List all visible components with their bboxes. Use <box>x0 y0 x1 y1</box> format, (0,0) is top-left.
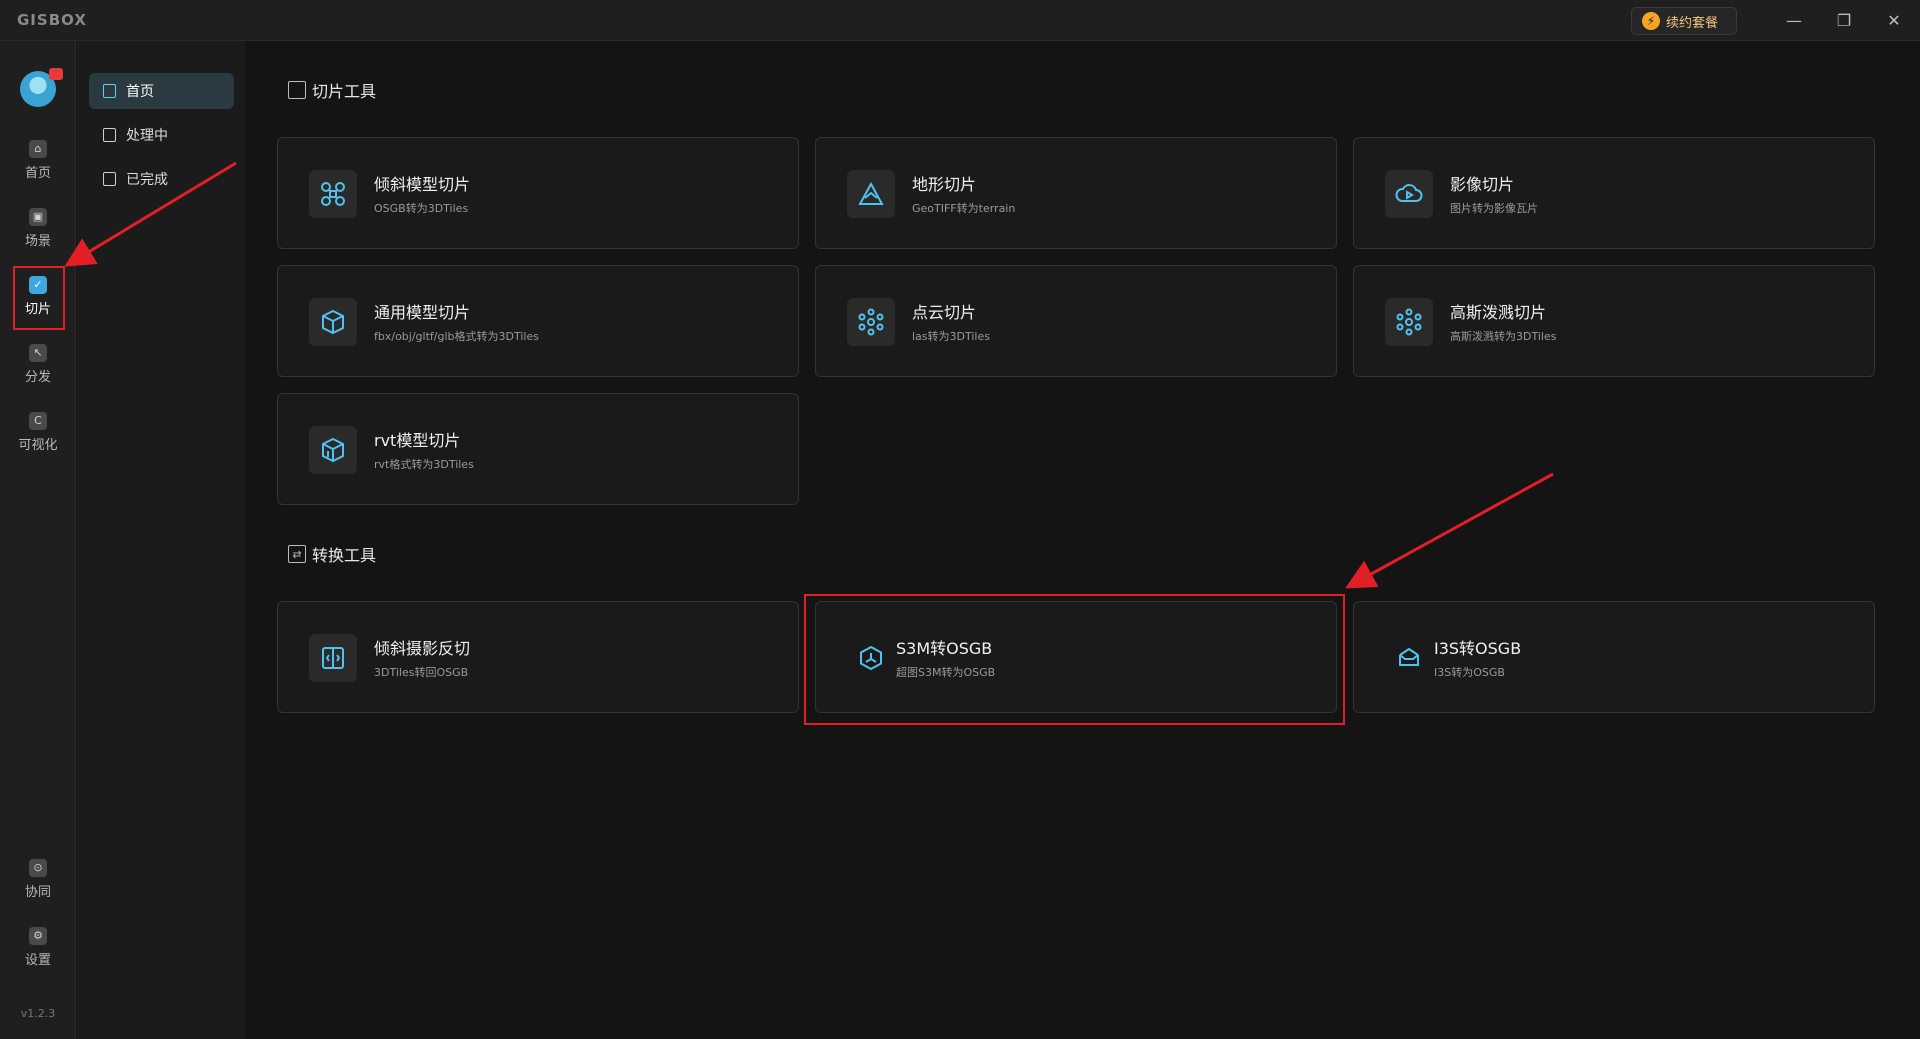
card-gaussian-slice[interactable]: 高斯泼溅切片 高斯泼溅转为3DTiles <box>1353 265 1875 377</box>
card-title: 点云切片 <box>912 303 977 322</box>
rail-item-distribute[interactable]: ↖ 分发 <box>8 336 68 392</box>
home-icon: ⌂ <box>29 139 47 158</box>
card-subtitle: rvt格式转为3DTiles <box>374 458 474 471</box>
card-title: 影像切片 <box>1450 175 1515 194</box>
app-window: GISBOX ⚡ 续约套餐 — ❐ ✕ ⌂ 首页 ▣ 场景 ✓ 切片 ↖ 分发 … <box>0 0 1920 1039</box>
app-version: v1.2.3 <box>20 1007 56 1020</box>
map-icon <box>288 81 306 99</box>
card-subtitle: OSGB转为3DTiles <box>374 202 469 215</box>
cube-icon <box>309 298 357 346</box>
card-title: 地形切片 <box>912 175 977 194</box>
rail-item-slice[interactable]: ✓ 切片 <box>8 268 68 324</box>
card-title: 高斯泼溅切片 <box>1450 303 1547 322</box>
subnav-item-processing[interactable]: 处理中 <box>89 117 234 153</box>
card-terrain-slice[interactable]: 地形切片 GeoTIFF转为terrain <box>815 137 1337 249</box>
card-subtitle: fbx/obj/gltf/glb格式转为3DTiles <box>374 330 539 343</box>
document-icon <box>103 128 116 142</box>
card-subtitle: GeoTIFF转为terrain <box>912 202 1016 215</box>
card-generic-model-slice[interactable]: 通用模型切片 fbx/obj/gltf/glb格式转为3DTiles <box>277 265 799 377</box>
reverse-icon <box>309 634 357 682</box>
rail-item-label: 场景 <box>24 233 51 249</box>
card-imagery-slice[interactable]: 影像切片 图片转为影像瓦片 <box>1353 137 1875 249</box>
section-title-slicing: 切片工具 <box>288 78 376 102</box>
drone-icon <box>309 170 357 218</box>
rail-item-scene[interactable]: ▣ 场景 <box>8 200 68 256</box>
rail-item-label: 协同 <box>24 884 51 900</box>
card-subtitle: 超图S3M转为OSGB <box>896 666 996 679</box>
gaussian-icon <box>1385 298 1433 346</box>
card-subtitle: 图片转为影像瓦片 <box>1450 202 1538 215</box>
cloud-play-icon <box>1385 170 1433 218</box>
document-icon <box>103 84 116 98</box>
section-title-text: 转换工具 <box>312 546 377 565</box>
maximize-button[interactable]: ❐ <box>1820 0 1868 40</box>
rail-item-visualize[interactable]: C 可视化 <box>8 404 68 460</box>
gear-icon: ⚙ <box>29 926 47 945</box>
card-subtitle: 高斯泼溅转为3DTiles <box>1450 330 1557 343</box>
card-s3m-to-osgb[interactable]: S3M转OSGB 超图S3M转为OSGB <box>815 601 1337 713</box>
avatar-badge-icon <box>49 68 63 80</box>
card-subtitle: I3S转为OSGB <box>1434 666 1505 679</box>
rail-item-collaborate[interactable]: ⊙ 协同 <box>8 851 68 907</box>
card-rvt-slice[interactable]: rvt模型切片 rvt格式转为3DTiles <box>277 393 799 505</box>
rail-item-settings[interactable]: ⚙ 设置 <box>8 919 68 975</box>
distribute-icon: ↖ <box>29 343 47 362</box>
rail-item-label: 设置 <box>24 952 51 968</box>
subnav-item-home[interactable]: 首页 <box>89 73 234 109</box>
card-title: rvt模型切片 <box>374 431 461 450</box>
rail-item-label: 首页 <box>24 165 51 181</box>
card-title: S3M转OSGB <box>896 639 993 658</box>
hexagon-icon <box>847 634 895 682</box>
icon-rail: ⌂ 首页 ▣ 场景 ✓ 切片 ↖ 分发 C 可视化 ⊙ 协同 ⚙ 设置 v1.2… <box>0 41 76 1039</box>
card-title: 通用模型切片 <box>374 303 471 322</box>
slice-icon: ✓ <box>29 275 47 294</box>
lock-icon: ⊙ <box>29 858 47 877</box>
card-title: 倾斜模型切片 <box>374 175 471 194</box>
terrain-icon <box>847 170 895 218</box>
rail-item-label: 切片 <box>24 301 51 317</box>
rvt-cube-icon <box>309 426 357 474</box>
renew-package-label: 续约套餐 <box>1666 15 1719 31</box>
card-subtitle: las转为3DTiles <box>912 330 990 343</box>
rail-item-label: 分发 <box>24 369 51 385</box>
title-bar: GISBOX ⚡ 续约套餐 — ❐ ✕ <box>0 0 1920 41</box>
point-cloud-icon <box>847 298 895 346</box>
scene-icon: ▣ <box>29 207 47 226</box>
subnav-item-completed[interactable]: 已完成 <box>89 161 234 197</box>
subnav-item-label: 已完成 <box>126 172 168 188</box>
rail-item-label: 可视化 <box>18 437 58 453</box>
minimize-button[interactable]: — <box>1770 0 1818 40</box>
arrow-to-s3m <box>1345 472 1554 589</box>
card-oblique-reverse[interactable]: 倾斜摄影反切 3DTiles转回OSGB <box>277 601 799 713</box>
section-title-conversion: ⇄ 转换工具 <box>288 542 376 566</box>
card-point-cloud-slice[interactable]: 点云切片 las转为3DTiles <box>815 265 1337 377</box>
document-check-icon <box>103 172 116 186</box>
subnav-item-label: 首页 <box>126 84 154 100</box>
renew-package-button[interactable]: ⚡ 续约套餐 <box>1631 7 1737 35</box>
secondary-nav: 首页 处理中 已完成 <box>77 41 245 1039</box>
rail-item-home[interactable]: ⌂ 首页 <box>8 132 68 188</box>
visualize-icon: C <box>29 411 47 430</box>
folder-swap-icon: ⇄ <box>288 545 306 563</box>
app-logo: GISBOX <box>17 11 87 29</box>
close-button[interactable]: ✕ <box>1870 0 1918 40</box>
card-subtitle: 3DTiles转回OSGB <box>374 666 469 679</box>
card-title: I3S转OSGB <box>1434 639 1522 658</box>
box-open-icon <box>1385 634 1433 682</box>
card-title: 倾斜摄影反切 <box>374 639 471 658</box>
subnav-item-label: 处理中 <box>126 128 168 144</box>
card-oblique-slice[interactable]: 倾斜模型切片 OSGB转为3DTiles <box>277 137 799 249</box>
card-i3s-to-osgb[interactable]: I3S转OSGB I3S转为OSGB <box>1353 601 1875 713</box>
section-title-text: 切片工具 <box>312 82 377 101</box>
lightning-icon: ⚡ <box>1642 12 1660 30</box>
